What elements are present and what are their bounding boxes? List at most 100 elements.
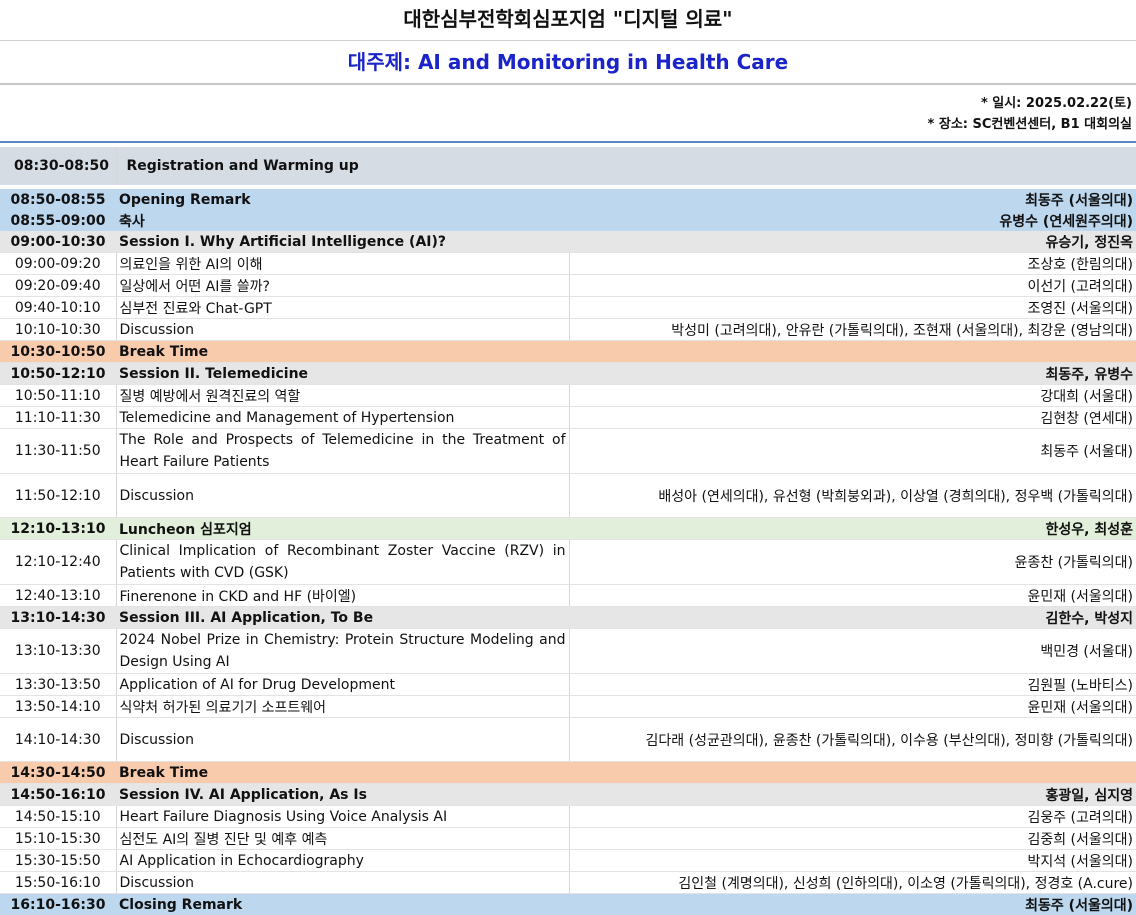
speaker-cell: 조상호 (한림의대) — [569, 253, 1136, 275]
schedule-row: 12:10-12:40 Clinical Implication of Reco… — [0, 540, 1136, 585]
topic-cell: Discussion — [116, 718, 569, 762]
schedule-row: 16:10-16:30 Closing Remark 최동주 (서울의대) — [0, 894, 1136, 915]
topic-cell: 의료인을 위한 AI의 이해 — [116, 253, 569, 275]
topic-cell: Closing Remark — [116, 894, 569, 915]
time-cell: 15:50-16:10 — [0, 872, 116, 894]
topic-cell: Application of AI for Drug Development — [116, 674, 569, 696]
time-cell: 12:10-12:40 — [0, 540, 116, 585]
topic-cell: Break Time — [116, 341, 569, 363]
speaker-cell: 최동주 (서울의대) — [569, 894, 1136, 915]
time-cell: 13:50-14:10 — [0, 696, 116, 718]
schedule-row: 13:50-14:10 식약처 허가된 의료기기 소프트웨어 윤민재 (서울의대… — [0, 696, 1136, 718]
schedule-table: 08:30-08:50 Registration and Warming up … — [0, 143, 1136, 915]
topic-cell: 식약처 허가된 의료기기 소프트웨어 — [116, 696, 569, 718]
program-title: 대한심부전학회심포지엄 "디지털 의료" — [0, 0, 1136, 41]
time-cell: 08:55-09:00 — [0, 210, 116, 231]
schedule-row: 11:10-11:30 Telemedicine and Management … — [0, 407, 1136, 429]
topic-cell: Session IV. AI Application, As Is — [116, 784, 569, 806]
schedule-row: 15:30-15:50 AI Application in Echocardio… — [0, 850, 1136, 872]
schedule-row: 15:10-15:30 심전도 AI의 질병 진단 및 예후 예측 김중희 (서… — [0, 828, 1136, 850]
time-cell: 10:30-10:50 — [0, 341, 116, 363]
time-cell: 13:30-13:50 — [0, 674, 116, 696]
schedule-row: 15:50-16:10 Discussion 김인철 (계명의대), 신성희 (… — [0, 872, 1136, 894]
time-cell: 13:10-14:30 — [0, 607, 116, 629]
topic-cell: Opening Remark — [116, 189, 569, 210]
registration-row: 08:30-08:50 Registration and Warming up — [0, 147, 1136, 185]
speaker-cell: 윤민재 (서울의대) — [569, 585, 1136, 607]
time-cell: 09:00-09:20 — [0, 253, 116, 275]
program-subtitle: 대주제: AI and Monitoring in Health Care — [0, 41, 1136, 85]
speaker-cell: 이선기 (고려의대) — [569, 275, 1136, 297]
schedule-row: 09:40-10:10 심부전 진료와 Chat-GPT 조영진 (서울의대) — [0, 297, 1136, 319]
speaker-cell: 박성미 (고려의대), 안유란 (가톨릭의대), 조현재 (서울의대), 최강운… — [569, 319, 1136, 341]
time-cell: 09:20-09:40 — [0, 275, 116, 297]
topic-cell: Luncheon 심포지엄 — [116, 518, 569, 540]
speaker-cell: 김웅주 (고려의대) — [569, 806, 1136, 828]
topic-cell: 심전도 AI의 질병 진단 및 예후 예측 — [116, 828, 569, 850]
time-cell: 11:30-11:50 — [0, 429, 116, 474]
time-cell: 16:10-16:30 — [0, 894, 116, 915]
speaker-cell — [569, 762, 1136, 784]
topic-cell: 축사 — [116, 210, 569, 231]
time-cell: 08:30-08:50 — [0, 147, 116, 185]
schedule-row: 10:50-11:10 질병 예방에서 원격진료의 역할 강대희 (서울대) — [0, 385, 1136, 407]
speaker-cell: 김인철 (계명의대), 신성희 (인하의대), 이소영 (가톨릭의대), 정경호… — [569, 872, 1136, 894]
time-cell: 15:30-15:50 — [0, 850, 116, 872]
topic-cell: AI Application in Echocardiography — [116, 850, 569, 872]
topic-cell: Discussion — [116, 474, 569, 518]
schedule-row: 14:10-14:30 Discussion 김다래 (성균관의대), 윤종찬 … — [0, 718, 1136, 762]
topic-cell: Registration and Warming up — [116, 147, 1136, 185]
topic-cell: Session I. Why Artificial Intelligence (… — [116, 231, 569, 253]
session-header-row: 12:10-13:10 Luncheon 심포지엄 한성우, 최성훈 — [0, 518, 1136, 540]
topic-cell: Heart Failure Diagnosis Using Voice Anal… — [116, 806, 569, 828]
topic-cell: Finerenone in CKD and HF (바이엘) — [116, 585, 569, 607]
break-row: 14:30-14:50 Break Time — [0, 762, 1136, 784]
schedule-row: 12:40-13:10 Finerenone in CKD and HF (바이… — [0, 585, 1136, 607]
program-sheet: 대한심부전학회심포지엄 "디지털 의료" 대주제: AI and Monitor… — [0, 0, 1136, 913]
time-cell: 14:50-15:10 — [0, 806, 116, 828]
session-header-row: 13:10-14:30 Session III. AI Application,… — [0, 607, 1136, 629]
speaker-cell: 최동주 (서울의대) — [569, 189, 1136, 210]
time-cell: 12:10-13:10 — [0, 518, 116, 540]
speaker-cell: 홍광일, 심지영 — [569, 784, 1136, 806]
topic-cell: 일상에서 어떤 AI를 쓸까? — [116, 275, 569, 297]
schedule-row: 13:30-13:50 Application of AI for Drug D… — [0, 674, 1136, 696]
speaker-cell: 최동주, 유병수 — [569, 363, 1136, 385]
time-cell: 09:00-10:30 — [0, 231, 116, 253]
break-row: 10:30-10:50 Break Time — [0, 341, 1136, 363]
speaker-cell: 유병수 (연세원주의대) — [569, 210, 1136, 231]
time-cell: 14:10-14:30 — [0, 718, 116, 762]
topic-cell: The Role and Prospects of Telemedicine i… — [116, 429, 569, 474]
topic-cell: Clinical Implication of Recombinant Zost… — [116, 540, 569, 585]
time-cell: 14:50-16:10 — [0, 784, 116, 806]
speaker-cell: 최동주 (서울대) — [569, 429, 1136, 474]
speaker-cell: 조영진 (서울의대) — [569, 297, 1136, 319]
speaker-cell: 김현창 (연세대) — [569, 407, 1136, 429]
event-venue: * 장소: SC컨벤션센터, B1 대회의실 — [0, 114, 1132, 135]
time-cell: 09:40-10:10 — [0, 297, 116, 319]
schedule-row: 10:10-10:30 Discussion 박성미 (고려의대), 안유란 (… — [0, 319, 1136, 341]
schedule-row: 09:00-09:20 의료인을 위한 AI의 이해 조상호 (한림의대) — [0, 253, 1136, 275]
topic-cell: 심부전 진료와 Chat-GPT — [116, 297, 569, 319]
time-cell: 10:50-12:10 — [0, 363, 116, 385]
speaker-cell: 김원필 (노바티스) — [569, 674, 1136, 696]
speaker-cell: 박지석 (서울의대) — [569, 850, 1136, 872]
schedule-row: 11:50-12:10 Discussion 배성아 (연세의대), 유선형 (… — [0, 474, 1136, 518]
topic-cell: Discussion — [116, 319, 569, 341]
schedule-row: 09:20-09:40 일상에서 어떤 AI를 쓸까? 이선기 (고려의대) — [0, 275, 1136, 297]
event-date: * 일시: 2025.02.22(토) — [0, 93, 1132, 114]
topic-cell: Discussion — [116, 872, 569, 894]
speaker-cell — [569, 341, 1136, 363]
speaker-cell: 윤민재 (서울의대) — [569, 696, 1136, 718]
topic-cell: 2024 Nobel Prize in Chemistry: Protein S… — [116, 629, 569, 674]
time-cell: 15:10-15:30 — [0, 828, 116, 850]
speaker-cell: 윤종찬 (가톨릭의대) — [569, 540, 1136, 585]
schedule-row: 11:30-11:50 The Role and Prospects of Te… — [0, 429, 1136, 474]
time-cell: 14:30-14:50 — [0, 762, 116, 784]
time-cell: 11:50-12:10 — [0, 474, 116, 518]
speaker-cell: 한성우, 최성훈 — [569, 518, 1136, 540]
event-info: * 일시: 2025.02.22(토) * 장소: SC컨벤션센터, B1 대회… — [0, 85, 1136, 143]
topic-cell: Session III. AI Application, To Be — [116, 607, 569, 629]
topic-cell: Break Time — [116, 762, 569, 784]
time-cell: 12:40-13:10 — [0, 585, 116, 607]
